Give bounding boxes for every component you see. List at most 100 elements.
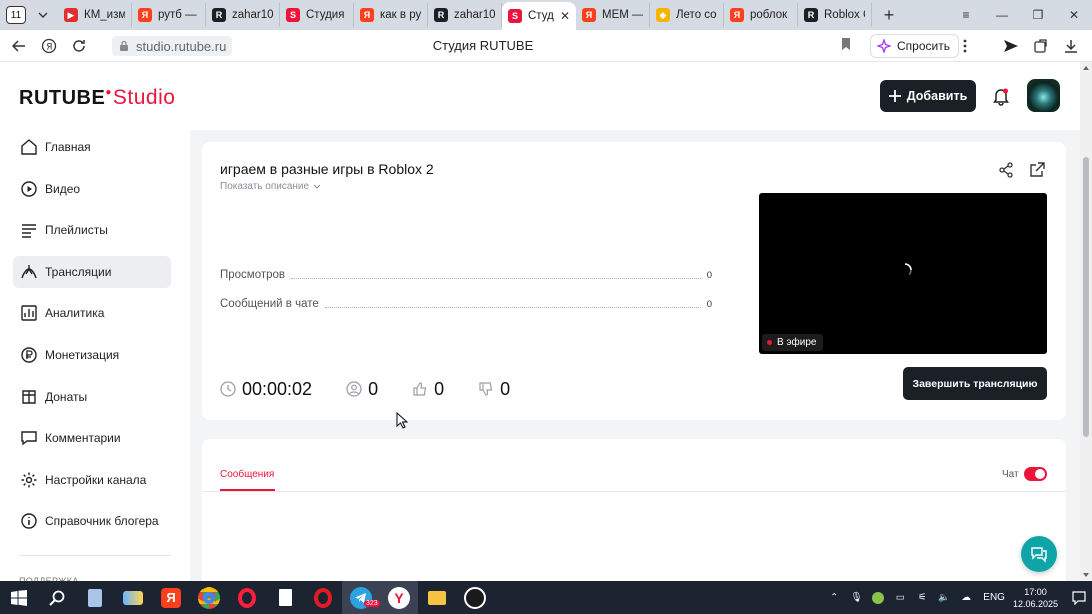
page-scrollbar[interactable] (1080, 62, 1092, 581)
chat-toggle-label: Чат (1002, 469, 1019, 480)
downloads-indicator-icon[interactable]: ≡ (948, 8, 984, 22)
finish-stream-button[interactable]: Завершить трансляцию (903, 367, 1047, 400)
add-content-button[interactable]: Добавить (880, 80, 976, 112)
donate-icon (22, 389, 36, 404)
sidebar-item-monetization[interactable]: Монетизация (13, 339, 171, 371)
browser-tab[interactable]: R Roblox C (798, 3, 872, 27)
sidebar-item-donate[interactable]: Донаты (13, 381, 171, 413)
send-icon[interactable] (996, 32, 1026, 60)
tab-favicon-icon: Я (582, 8, 596, 22)
sidebar-item-comments[interactable]: Комментарии (13, 422, 171, 454)
file-explorer-app-icon[interactable] (418, 581, 456, 614)
tab-title: zahar10 (454, 9, 495, 21)
close-tab-icon[interactable]: ✕ (560, 9, 570, 23)
help-chat-button[interactable] (1021, 536, 1057, 572)
system-clock[interactable]: 17:00 12.06.2025 (1013, 586, 1058, 610)
timer-metric: 00:00:02 (220, 379, 312, 400)
input-language[interactable]: ENG (983, 592, 1005, 603)
ask-alice-button[interactable]: Спросить (870, 34, 959, 58)
sidebar-item-analytics[interactable]: Аналитика (13, 297, 171, 329)
tray-expand-chevron-icon[interactable]: ⌃ (826, 590, 842, 606)
chrome-app-icon[interactable] (190, 581, 228, 614)
restore-button[interactable]: ❐ (1020, 8, 1056, 22)
bookmark-icon[interactable] (840, 37, 852, 51)
browser-tab[interactable]: Яроблок (724, 3, 798, 27)
close-window-button[interactable]: ✕ (1056, 8, 1092, 22)
opera-app-icon[interactable] (304, 581, 342, 614)
chat-divider (202, 491, 1066, 492)
notes-app-icon[interactable] (266, 581, 304, 614)
sidebar-item-label: Трансляции (45, 264, 112, 279)
new-tab-button[interactable]: + (878, 4, 900, 26)
volume-icon[interactable]: 🔈 (936, 590, 952, 606)
notification-center-icon[interactable] (1066, 590, 1092, 605)
scroll-down-arrow-icon[interactable] (1083, 573, 1089, 578)
stream-preview-player[interactable]: В эфире (759, 193, 1047, 354)
calculator-app-icon[interactable] (76, 581, 114, 614)
browser-tab[interactable]: S Студ ✕ (502, 2, 576, 30)
show-description-toggle[interactable]: Показать описание (220, 181, 321, 192)
thumbs-down-icon (479, 382, 493, 396)
browser-tab[interactable]: Якак в ру (354, 3, 428, 27)
tray-app-icon[interactable] (870, 590, 886, 606)
sidebar-item-broadcast[interactable]: Трансляции (13, 255, 171, 288)
tab-favicon-icon: ◆ (656, 8, 670, 22)
likes-metric: 0 (412, 379, 444, 400)
sidebar-divider (19, 555, 171, 556)
yandex-browser-app-icon[interactable]: Y (380, 581, 418, 614)
extensions-icon[interactable] (1026, 32, 1056, 60)
windows-start-icon[interactable] (0, 581, 38, 614)
stat-value: 0 (706, 269, 712, 281)
paint-app-icon[interactable] (114, 581, 152, 614)
sidebar-item-label: Аналитика (45, 306, 105, 321)
microphone-icon[interactable]: 🎙 (848, 590, 864, 606)
open-external-icon[interactable] (1030, 162, 1045, 177)
tab-favicon-icon: R (804, 8, 818, 22)
obs-app-icon[interactable] (456, 581, 494, 614)
sidebar-item-label: Плейлисты (45, 223, 108, 238)
telegram-app-icon[interactable]: 323 (342, 581, 380, 614)
viewers-count: 0 (368, 378, 379, 399)
download-icon[interactable] (1056, 32, 1086, 60)
browser-tab[interactable]: S Студия (280, 3, 354, 27)
tab-favicon-icon: Я (138, 8, 152, 22)
browser-tab[interactable]: ▶ КМ_изме (58, 3, 132, 27)
tab-count-button[interactable]: 11 (6, 6, 26, 24)
studio-header: RUTUBE ● Studio Добавить (0, 62, 1080, 130)
sidebar-item-settings[interactable]: Настройки канала (13, 464, 171, 496)
tab-messages[interactable]: Сообщения (220, 469, 274, 480)
browser-tab[interactable]: ◆ Лето со (650, 3, 724, 27)
browser-tab[interactable]: Rzahar10 (206, 3, 280, 27)
scrollbar-thumb[interactable] (1083, 157, 1089, 437)
yandex-app-icon[interactable]: Я (152, 581, 190, 614)
sidebar-item-playlist[interactable]: Плейлисты (13, 214, 171, 246)
sidebar-item-video[interactable]: Видео (13, 173, 171, 205)
chat-toggle-switch[interactable] (1024, 467, 1047, 481)
notifications-bell-icon[interactable] (991, 86, 1011, 106)
tab-title: Студ (528, 10, 554, 22)
tab-title: Roblox C (824, 9, 865, 21)
browser-tab[interactable]: Я MEM — (576, 3, 650, 27)
sidebar-item-info[interactable]: Справочник блогера (13, 505, 171, 537)
sidebar-item-home[interactable]: Главная (13, 131, 171, 163)
opera-gx-app-icon[interactable] (228, 581, 266, 614)
scroll-up-arrow-icon[interactable] (1083, 65, 1089, 70)
network-icon[interactable]: ⚟ (914, 590, 930, 606)
rutube-studio-logo[interactable]: RUTUBE ● Studio (19, 86, 175, 110)
share-icon[interactable] (998, 162, 1014, 178)
tab-title: MEM — (602, 9, 643, 21)
browser-tab[interactable]: Rzahar10 (428, 3, 502, 27)
browser-tab[interactable]: Ярутб — (132, 3, 206, 27)
search-icon[interactable] (38, 581, 76, 614)
tab-list-chevron-icon[interactable] (32, 4, 54, 26)
minimize-button[interactable]: — (984, 8, 1020, 22)
sidebar-item-label: Донаты (45, 389, 88, 404)
cloud-icon[interactable]: ☁ (958, 590, 974, 606)
channel-avatar[interactable] (1027, 79, 1060, 112)
browser-tab-strip: 11 ▶КМ_измеЯрутб —Rzahar10SСтудияЯкак в … (0, 0, 1092, 30)
logo-dot-icon: ● (105, 87, 112, 98)
battery-icon[interactable]: ▭ (892, 590, 908, 606)
more-menu-icon[interactable] (950, 32, 980, 60)
thumbs-up-icon (413, 382, 427, 396)
add-label: Добавить (906, 89, 968, 103)
